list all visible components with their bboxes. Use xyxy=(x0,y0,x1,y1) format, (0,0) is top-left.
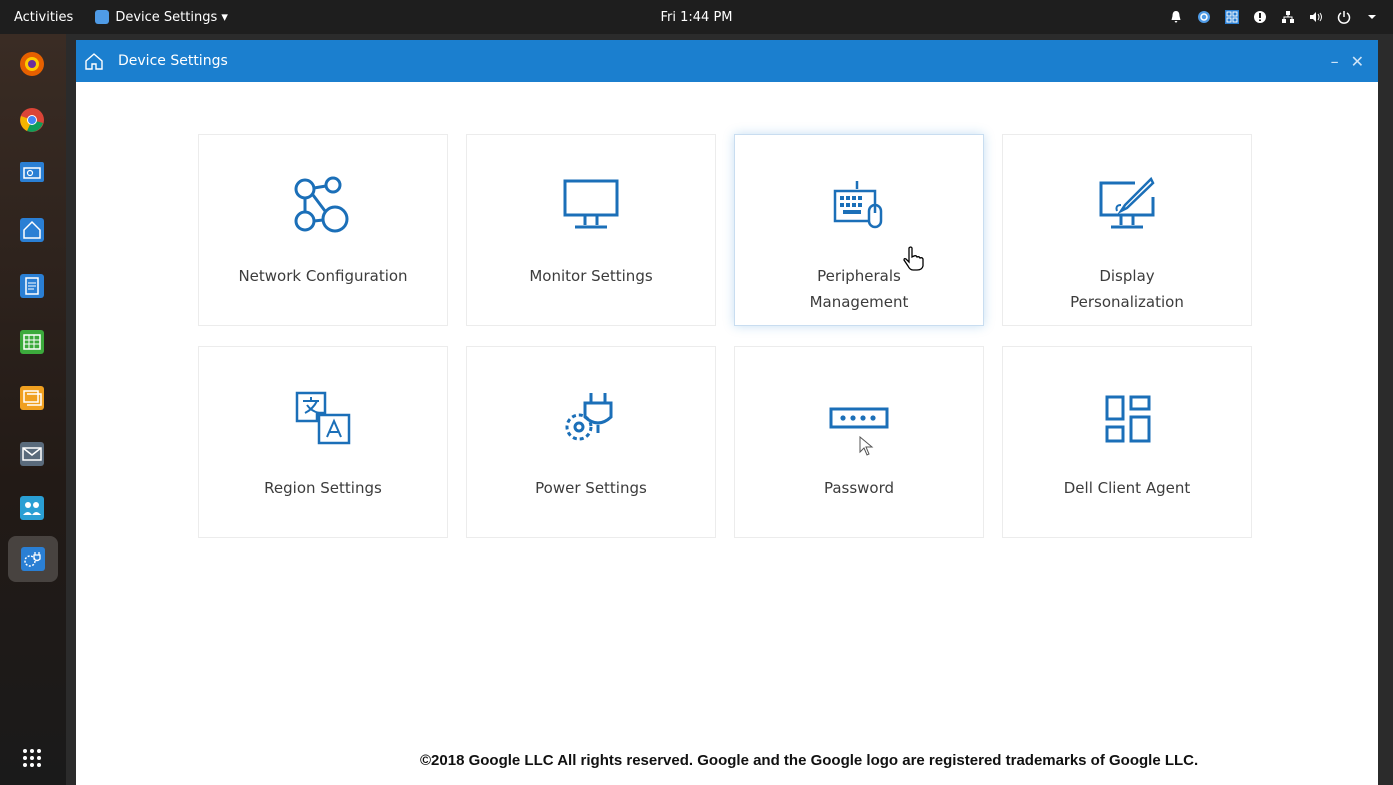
clock[interactable]: Fri 1:44 PM xyxy=(660,10,732,25)
grid-icon[interactable] xyxy=(1225,10,1239,24)
tile-region-settings[interactable]: Region Settings xyxy=(198,346,448,538)
volume-icon[interactable] xyxy=(1309,10,1323,24)
tile-peripherals-management[interactable]: Peripherals Management xyxy=(734,134,984,326)
window-titlebar: Device Settings – ✕ xyxy=(76,40,1378,82)
dashboard-icon xyxy=(1095,387,1159,451)
close-button[interactable]: ✕ xyxy=(1351,52,1364,71)
tile-label: Region Settings xyxy=(264,479,382,497)
tile-monitor-settings[interactable]: Monitor Settings xyxy=(466,134,716,326)
tile-label: Power Settings xyxy=(535,479,647,497)
tile-display-personalization[interactable]: Display Personalization xyxy=(1002,134,1252,326)
monitor-icon xyxy=(559,175,623,239)
presentation-icon[interactable] xyxy=(14,380,50,416)
language-icon xyxy=(291,387,355,451)
app-menu[interactable]: Device Settings ▾ xyxy=(95,10,228,25)
apps-grid-icon[interactable] xyxy=(14,740,50,776)
dock xyxy=(0,34,66,785)
tile-dell-client-agent[interactable]: Dell Client Agent xyxy=(1002,346,1252,538)
network-icon xyxy=(291,175,355,239)
window-title: Device Settings xyxy=(118,53,228,69)
keyboard-mouse-icon xyxy=(827,175,891,239)
app-indicator-icon[interactable] xyxy=(1197,10,1211,24)
system-tray xyxy=(1169,0,1379,34)
users-icon[interactable] xyxy=(14,490,50,526)
tile-label: Password xyxy=(823,479,895,497)
home-icon[interactable] xyxy=(84,51,104,71)
settings-grid: Network Configuration Monitor Settings P… xyxy=(198,134,1252,538)
network-icon[interactable] xyxy=(1281,10,1295,24)
hand-cursor-icon xyxy=(903,246,924,271)
power-plug-gear-icon xyxy=(559,387,623,451)
mail-icon[interactable] xyxy=(14,436,50,472)
notification-icon[interactable] xyxy=(1253,10,1267,24)
chevron-down-icon[interactable] xyxy=(1365,10,1379,24)
home-icon[interactable] xyxy=(14,212,50,248)
tile-label: Monitor Settings xyxy=(529,267,653,285)
tile-label: Dell Client Agent xyxy=(1063,479,1191,497)
firefox-icon[interactable] xyxy=(14,46,50,82)
tile-label: Network Configuration xyxy=(238,267,408,285)
device-settings-icon[interactable] xyxy=(8,536,58,582)
arrow-cursor-icon xyxy=(859,436,874,456)
bell-icon[interactable] xyxy=(1169,10,1183,24)
app-menu-icon xyxy=(95,10,110,24)
spreadsheet-icon[interactable] xyxy=(14,324,50,360)
tile-power-settings[interactable]: Power Settings xyxy=(466,346,716,538)
power-icon[interactable] xyxy=(1337,10,1351,24)
top-bar: Activities Device Settings ▾ Fri 1:44 PM xyxy=(0,0,1393,34)
chrome-icon[interactable] xyxy=(14,102,50,138)
document-icon[interactable] xyxy=(14,268,50,304)
minimize-button[interactable]: – xyxy=(1331,52,1339,71)
copyright-notice: ©2018 Google LLC All rights reserved. Go… xyxy=(420,752,1199,769)
device-settings-window: Device Settings – ✕ Network Configuratio… xyxy=(76,40,1378,785)
tile-network-configuration[interactable]: Network Configuration xyxy=(198,134,448,326)
tile-label: Display Personalization xyxy=(1070,267,1184,311)
activities-button[interactable]: Activities xyxy=(14,10,73,25)
app-menu-label: Device Settings ▾ xyxy=(115,9,228,25)
display-brush-icon xyxy=(1095,175,1159,239)
file-search-icon[interactable] xyxy=(14,154,50,190)
